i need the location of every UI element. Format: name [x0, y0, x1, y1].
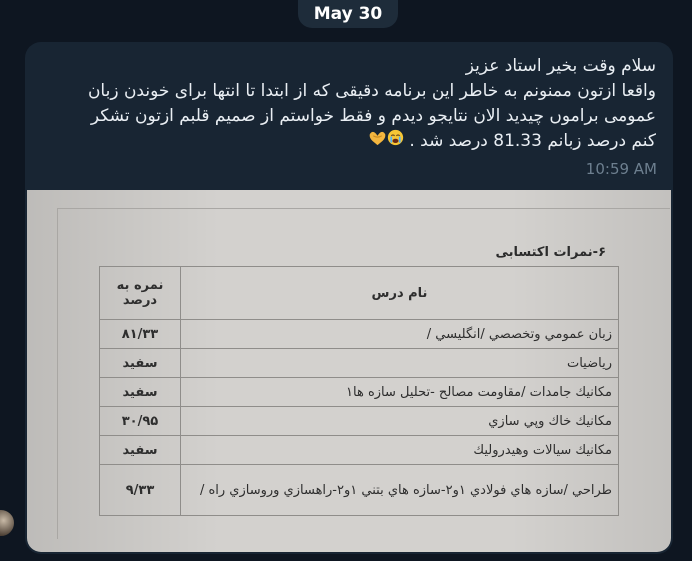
course-cell: زبان عمومي وتخصصي /انگليسي /: [180, 319, 619, 349]
message-line: واقعا ازتون ممنونم به خاطر این برنامه دق…: [87, 81, 656, 101]
course-cell: مكانيك سيالات وهيدروليك: [180, 435, 619, 465]
table-row: زبان عمومي وتخصصي /انگليسي / ۸۱/۳۳: [99, 319, 619, 349]
date-separator: May 30: [298, 0, 398, 28]
table-row: مكانيك سيالات وهيدروليك سفيد: [99, 435, 619, 465]
message-text: سلام وقت بخیر استاد عزیز واقعا ازتون ممن…: [36, 54, 656, 154]
heart-hands-icon: [368, 129, 387, 154]
table-row: مكانيك خاك وپي سازي ۳۰/۹۵: [99, 406, 619, 436]
table-row: مكانيك جامدات /مقاومت مصالح -تحليل سازه …: [99, 377, 619, 407]
crying-face-icon: [387, 129, 404, 154]
grade-cell: سفيد: [99, 435, 181, 465]
message-line: سلام وقت بخیر استاد عزیز: [465, 56, 656, 76]
grade-cell: ۸۱/۳۳: [99, 319, 181, 349]
section-title: ۶-نمرات اکتسابی: [495, 245, 606, 260]
grades-table: نام درس نمره به درصد زبان عمومي وتخصصي /…: [99, 266, 619, 516]
grade-cell: ۹/۳۳: [99, 464, 181, 516]
course-header: نام درس: [180, 266, 619, 320]
grade-header: نمره به درصد: [99, 266, 181, 320]
course-cell: مكانيك جامدات /مقاومت مصالح -تحليل سازه …: [180, 377, 619, 407]
grade-cell: سفيد: [99, 348, 181, 378]
message-line: عمومی براموں چیدید الان نتایجو دیدم و فق…: [90, 106, 656, 126]
course-cell: طراحي /سازه هاي فولادي ۱و۲-سازه هاي بتني…: [180, 464, 619, 516]
course-cell: رياضيات: [180, 348, 619, 378]
attached-photo[interactable]: ۶-نمرات اکتسابی نام درس نمره به درصد زبا…: [27, 190, 671, 552]
grade-cell: ۳۰/۹۵: [99, 406, 181, 436]
sender-avatar[interactable]: [0, 508, 16, 538]
date-label: May 30: [313, 4, 383, 24]
message-line-text: کنم درصد زبانم 81.33 درصد شد .: [409, 131, 656, 151]
course-cell: مكانيك خاك وپي سازي: [180, 406, 619, 436]
table-row: رياضيات سفيد: [99, 348, 619, 378]
message-line-last: کنم درصد زبانم 81.33 درصد شد .: [36, 129, 656, 154]
grade-cell: سفيد: [99, 377, 181, 407]
message-bubble[interactable]: سلام وقت بخیر استاد عزیز واقعا ازتون ممن…: [25, 42, 673, 554]
table-row: طراحي /سازه هاي فولادي ۱و۲-سازه هاي بتني…: [99, 464, 619, 516]
message-time: 10:59 AM: [585, 160, 657, 178]
table-header-row: نام درس نمره به درصد: [99, 266, 619, 320]
